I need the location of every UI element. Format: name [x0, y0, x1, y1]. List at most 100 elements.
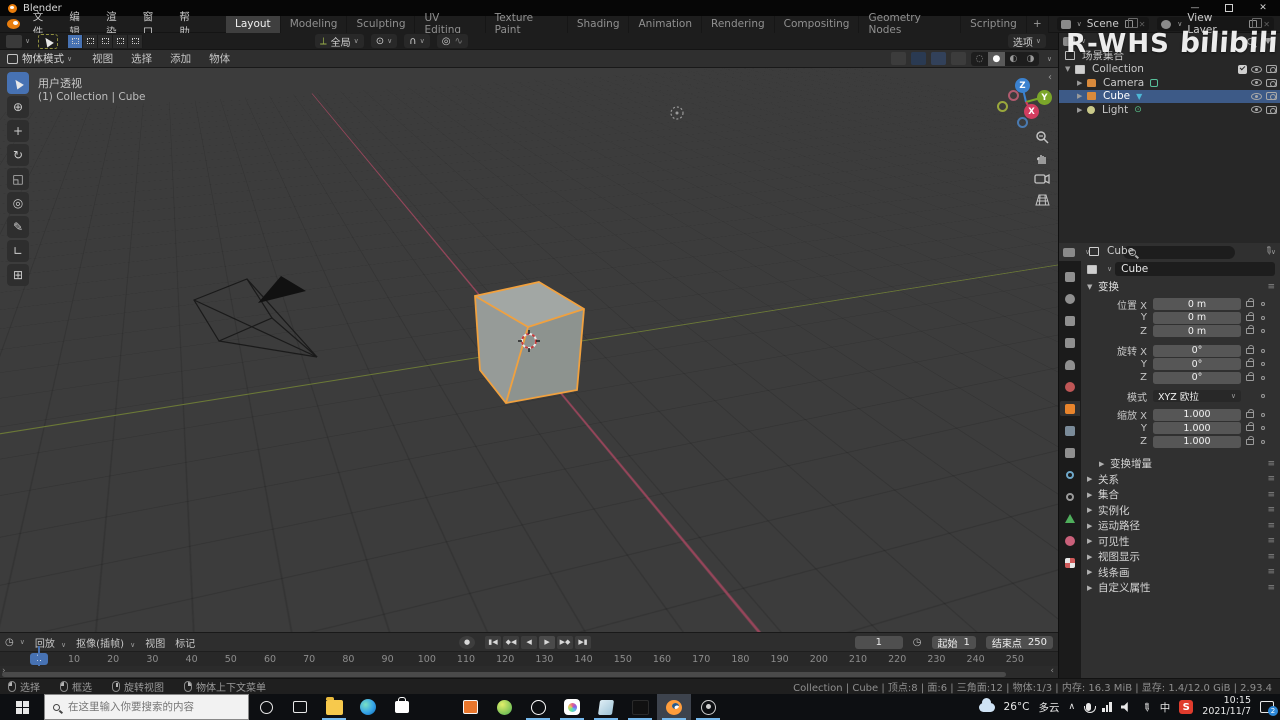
- play-reverse-button[interactable]: ◀: [521, 635, 538, 649]
- gizmo-neg-z-axis[interactable]: [1017, 117, 1028, 128]
- search-icon[interactable]: [1247, 37, 1254, 45]
- lock-icon[interactable]: [1246, 371, 1254, 381]
- workspace-tab[interactable]: Modeling: [280, 15, 348, 33]
- taskbar-app[interactable]: [317, 694, 351, 720]
- scroll-right-arrow[interactable]: ‹: [1050, 666, 1054, 676]
- collapsed-section[interactable]: ▶ 实例化 ≡: [1081, 503, 1280, 519]
- properties-tab[interactable]: [1060, 379, 1080, 394]
- select-mode-subtract[interactable]: [98, 34, 114, 48]
- taskbar-app[interactable]: [351, 694, 385, 720]
- gizmos-dropdown[interactable]: [910, 52, 926, 65]
- frame-start-field[interactable]: 起始 1: [931, 635, 976, 650]
- viewport-menu-item[interactable]: 视图: [84, 50, 121, 67]
- shading-solid[interactable]: ●: [987, 51, 1005, 66]
- chevron-down-icon[interactable]: ∨: [1107, 265, 1112, 273]
- render-visibility-icon[interactable]: [1266, 105, 1277, 114]
- hide-eye-icon[interactable]: [1251, 106, 1262, 114]
- orthographic-toggle-icon[interactable]: [1033, 191, 1051, 209]
- tray-expand-chevron[interactable]: ∧: [1068, 702, 1075, 712]
- rotation-y-field[interactable]: 0°: [1153, 358, 1241, 371]
- marker-menu[interactable]: 标记: [175, 635, 195, 650]
- outliner-row-cube[interactable]: ▶ Cube ▼: [1059, 89, 1280, 103]
- workspace-tab[interactable]: Scripting: [961, 15, 1027, 33]
- taskbar-app[interactable]: [589, 694, 623, 720]
- animate-dot-icon[interactable]: [1261, 302, 1265, 307]
- timeline-scrollbar[interactable]: [2, 672, 1006, 677]
- properties-tab[interactable]: [1060, 401, 1080, 416]
- animate-dot-icon[interactable]: [1261, 394, 1265, 399]
- render-visibility-icon[interactable]: [1266, 92, 1277, 101]
- render-visibility-icon[interactable]: [1266, 65, 1277, 74]
- camera-view-icon[interactable]: [1033, 170, 1051, 188]
- gizmo-neg-x-axis[interactable]: [1008, 90, 1019, 101]
- select-mode-extend[interactable]: [83, 34, 99, 48]
- menubar-item[interactable]: 编辑: [61, 11, 98, 38]
- taskbar-app[interactable]: [691, 694, 725, 720]
- tool-measure[interactable]: ∟: [7, 240, 29, 262]
- editor-type-icon[interactable]: [1063, 247, 1075, 257]
- animate-dot-icon[interactable]: [1261, 439, 1265, 444]
- filter-icon[interactable]: [1264, 38, 1272, 44]
- tool-annotate[interactable]: ✎: [7, 216, 29, 238]
- jump-to-end-button[interactable]: ▶▮: [575, 635, 592, 649]
- tool-add-cube[interactable]: ⊞: [7, 264, 29, 286]
- scale-z-field[interactable]: 1.000: [1153, 435, 1241, 448]
- select-mode-invert[interactable]: [113, 34, 129, 48]
- collection-checkbox[interactable]: [1238, 64, 1247, 74]
- gizmo-neg-y-axis[interactable]: [997, 101, 1008, 112]
- ime-indicator[interactable]: 中: [1160, 700, 1171, 715]
- tool-select-box[interactable]: [7, 72, 29, 94]
- animate-dot-icon[interactable]: [1261, 375, 1265, 380]
- lock-icon[interactable]: [1246, 435, 1254, 445]
- viewport-menu-item[interactable]: 物体: [201, 50, 238, 67]
- rotation-x-field[interactable]: 0°: [1153, 344, 1241, 357]
- view-layer-selector[interactable]: ∨ View Layer ✕: [1157, 12, 1274, 36]
- task-view-button[interactable]: [283, 694, 317, 720]
- search-input[interactable]: [66, 700, 226, 714]
- animate-dot-icon[interactable]: [1261, 348, 1265, 353]
- expand-arrow-icon[interactable]: ▶: [1077, 106, 1087, 114]
- pivot-point-dropdown[interactable]: ⊙ ∨: [370, 34, 398, 48]
- location-x-field[interactable]: 0 m: [1153, 298, 1241, 311]
- weather-temperature[interactable]: 26°C: [1004, 701, 1030, 713]
- microphone-icon[interactable]: [1083, 703, 1096, 713]
- animate-dot-icon[interactable]: [1261, 362, 1265, 367]
- overlays-dropdown[interactable]: [930, 52, 946, 65]
- collapsed-section[interactable]: ▶ 变换增量 ≡: [1081, 456, 1280, 472]
- menubar-item[interactable]: 窗口: [135, 11, 172, 38]
- tool-scale[interactable]: ◱: [7, 168, 29, 190]
- lock-icon[interactable]: [1246, 408, 1254, 418]
- pen-icon[interactable]: ✎: [1138, 699, 1153, 715]
- hide-eye-icon[interactable]: [1251, 65, 1262, 73]
- volume-icon[interactable]: [1120, 702, 1128, 712]
- lock-icon[interactable]: [1246, 311, 1254, 321]
- collapsed-section[interactable]: ▶ 自定义属性 ≡: [1081, 580, 1280, 596]
- lock-icon[interactable]: [1246, 298, 1254, 308]
- expand-arrow-icon[interactable]: ▶: [1077, 92, 1087, 100]
- properties-tab[interactable]: [1060, 467, 1080, 482]
- select-mode-new[interactable]: [68, 34, 84, 48]
- outliner-root-row[interactable]: 场景集合: [1059, 49, 1280, 63]
- gizmo-x-axis[interactable]: X: [1024, 104, 1039, 119]
- shading-rendered[interactable]: ◑: [1022, 52, 1039, 66]
- panel-menu-icon[interactable]: ≡: [1267, 282, 1275, 292]
- current-frame-field[interactable]: 1: [854, 635, 903, 649]
- properties-tab[interactable]: [1060, 533, 1080, 548]
- view-menu[interactable]: 视图: [145, 635, 165, 650]
- workspace-tab[interactable]: Rendering: [702, 15, 775, 33]
- scale-x-field[interactable]: 1.000: [1153, 408, 1241, 421]
- workspace-tab[interactable]: Texture Paint: [485, 12, 568, 36]
- viewport-menu-item[interactable]: 添加: [162, 50, 199, 67]
- taskbar-app[interactable]: [555, 694, 589, 720]
- unlink-scene-icon[interactable]: ✕: [1139, 20, 1146, 29]
- outliner-row-light[interactable]: ▶ Light ⊙: [1059, 103, 1280, 117]
- viewport-3d[interactable]: 用户透视 (1) Collection | Cube ⊕ + ↻ ◱ ◎ ✎ ∟…: [0, 68, 1058, 632]
- close-button[interactable]: ✕: [1246, 0, 1280, 16]
- add-workspace-button[interactable]: +: [1026, 15, 1049, 33]
- editor-type-icon[interactable]: [1063, 36, 1075, 46]
- collapsed-section[interactable]: ▶ 关系 ≡: [1081, 472, 1280, 488]
- workspace-tab[interactable]: Animation: [629, 15, 703, 33]
- tool-move[interactable]: +: [7, 120, 29, 142]
- sogou-input-icon[interactable]: S: [1179, 700, 1194, 714]
- shading-wireframe[interactable]: ◌: [971, 52, 988, 66]
